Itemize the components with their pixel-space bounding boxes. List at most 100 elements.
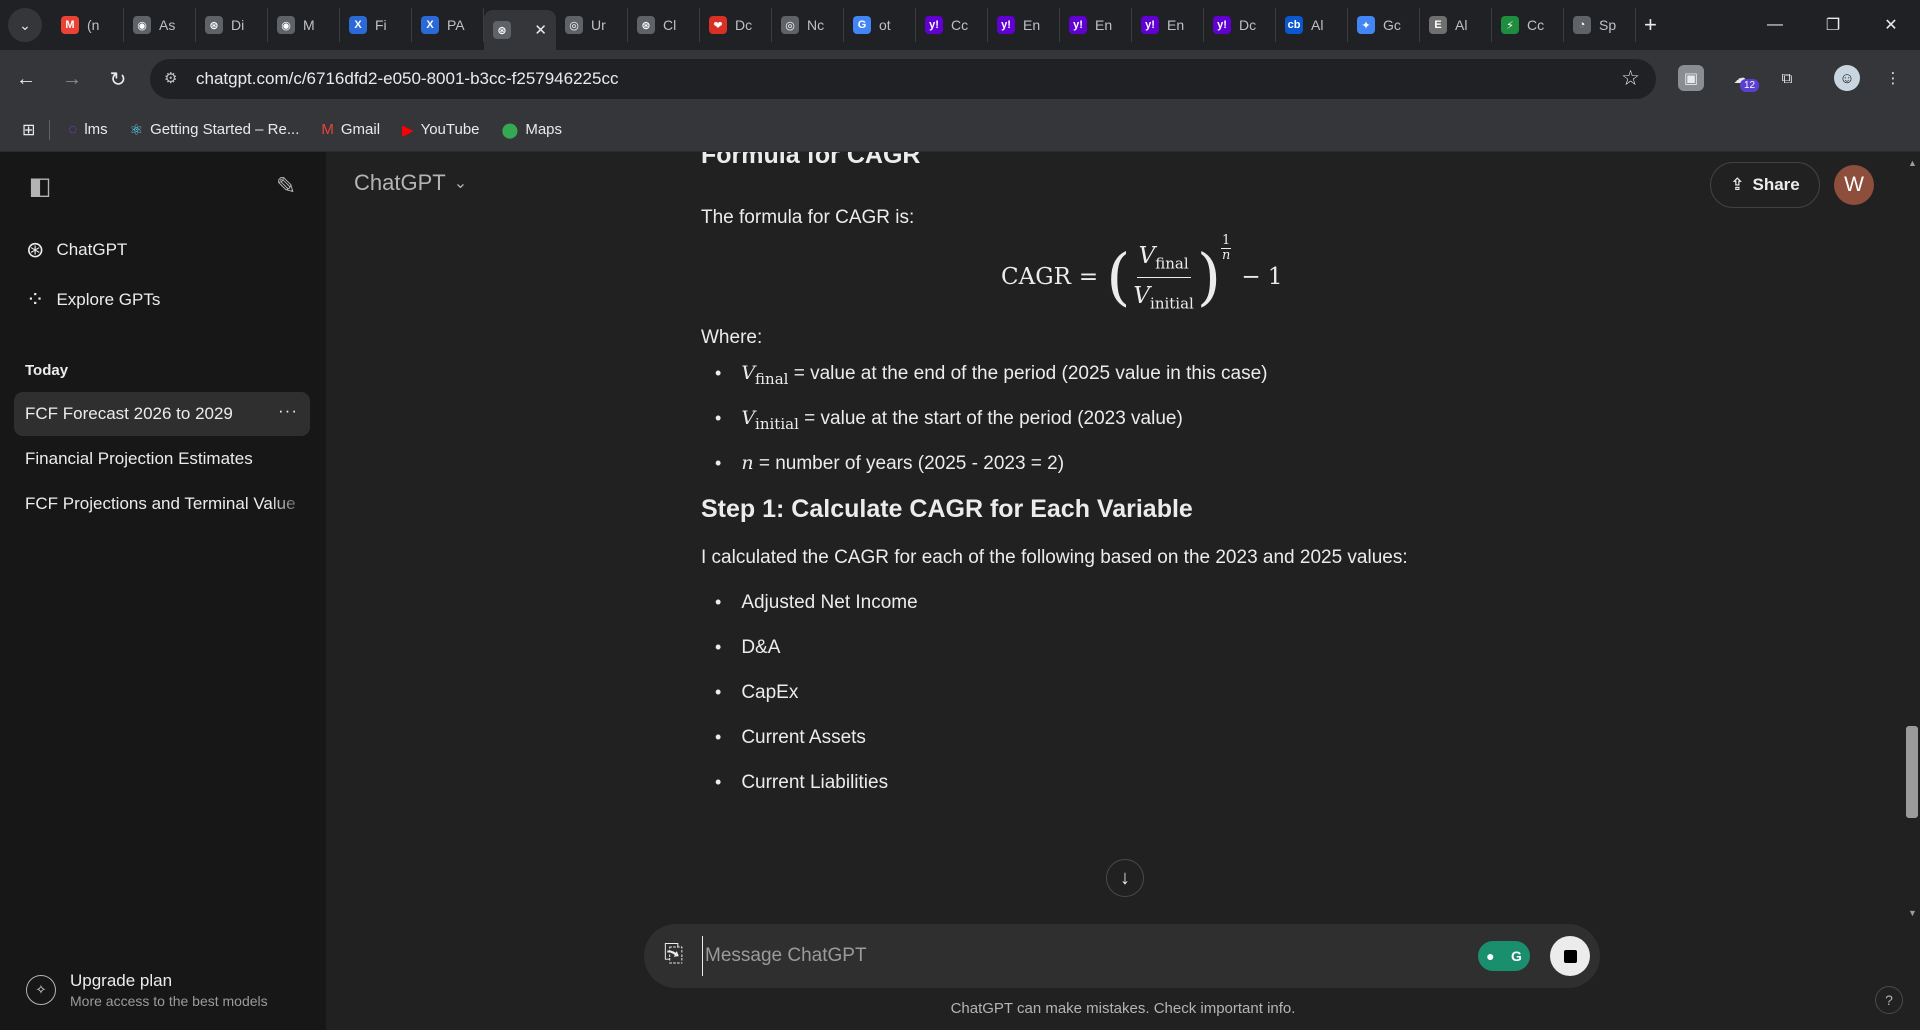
chat-options-icon[interactable]: ··· xyxy=(278,401,298,421)
step1-intro: I calculated the CAGR for each of the fo… xyxy=(701,547,1408,568)
browser-tab[interactable]: ⚡ Cc xyxy=(1492,8,1564,42)
browser-tab[interactable]: ◉ As xyxy=(124,8,196,42)
browser-tab[interactable]: X Fi xyxy=(340,8,412,42)
title-fade xyxy=(270,482,310,526)
bookmark-star-icon[interactable]: ☆ xyxy=(1621,66,1640,91)
assistant-message: Formula for CAGR The formula for CAGR is… xyxy=(701,152,1461,922)
chat-history-item[interactable]: FCF Forecast 2026 to 2029 ··· xyxy=(14,392,310,436)
forward-button[interactable]: → xyxy=(52,59,92,99)
stop-generating-button[interactable] xyxy=(1550,936,1590,976)
new-chat-icon[interactable]: ✎ xyxy=(270,170,302,202)
back-button[interactable]: ← xyxy=(6,59,46,99)
sidebar-item-label: Explore GPTs xyxy=(56,290,161,309)
address-url: chatgpt.com/c/6716dfd2-e050-8001-b3cc-f2… xyxy=(196,69,619,88)
scroll-up-arrow-icon[interactable]: ▲ xyxy=(1908,158,1917,168)
browser-tab[interactable]: ◔ Sp xyxy=(1564,8,1636,42)
bookmark-item[interactable]: ▶ YouTube xyxy=(402,121,480,139)
def-var: n xyxy=(741,452,754,474)
upgrade-plan-button[interactable]: ✧ Upgrade plan More access to the best m… xyxy=(14,960,310,1020)
browser-tab[interactable]: cb Al xyxy=(1276,8,1348,42)
extension-counter-icon[interactable]: ☁ 12 xyxy=(1728,65,1760,92)
history-section-today: Today xyxy=(25,362,69,379)
scroll-to-bottom-button[interactable]: ↓ xyxy=(1106,859,1144,897)
upgrade-title: Upgrade plan xyxy=(70,971,173,990)
tab-title: M xyxy=(303,17,315,33)
reload-icon: ↻ xyxy=(109,68,127,91)
chevron-down-icon: ⌄ xyxy=(19,16,31,33)
list-item: n = number of years (2025 - 2023 = 2) xyxy=(715,450,1064,478)
share-button[interactable]: ⇪ Share xyxy=(1710,162,1820,208)
denominator-sub: initial xyxy=(1150,294,1194,313)
bookmark-item[interactable]: ◌ lms xyxy=(68,121,107,138)
message-input[interactable] xyxy=(702,936,1442,976)
numerator-var: V xyxy=(1138,243,1156,269)
formula-fraction: Vfinal Vinitial xyxy=(1133,240,1193,314)
browser-tab[interactable]: ⊛ Di xyxy=(196,8,268,42)
close-tab-icon[interactable]: ✕ xyxy=(534,21,547,39)
paperclip-icon[interactable]: ⎘ xyxy=(664,940,683,968)
browser-menu-icon[interactable]: ⋮ xyxy=(1880,65,1906,91)
browser-tab[interactable]: ❤ Dc xyxy=(700,8,772,42)
model-selector[interactable]: ChatGPT ⌄ xyxy=(354,170,467,196)
browser-tab[interactable]: X PA xyxy=(412,8,484,42)
browser-tab[interactable]: Got xyxy=(844,8,916,42)
browser-tab[interactable]: ◉ M xyxy=(268,8,340,42)
browser-tab[interactable]: y! En xyxy=(988,8,1060,42)
bookmark-item[interactable]: M Gmail xyxy=(321,121,380,138)
browser-tab[interactable]: ⊛ ✕ xyxy=(484,10,556,50)
formula-intro: The formula for CAGR is: xyxy=(701,207,915,228)
chat-title: Financial Projection Estimates xyxy=(25,449,253,468)
new-tab-button[interactable]: + xyxy=(1644,12,1657,38)
tab-title: Nc xyxy=(807,17,825,33)
variable-name: Current Assets xyxy=(741,727,866,748)
close-window-button[interactable]: ✕ xyxy=(1862,0,1920,50)
grammarly-icon[interactable]: ● G xyxy=(1478,941,1530,971)
bookmark-item[interactable]: ⚛ Getting Started – Re... xyxy=(130,121,300,139)
browser-tab[interactable]: E Al xyxy=(1420,8,1492,42)
tab-title: En xyxy=(1167,17,1185,33)
profile-avatar[interactable]: ☺ xyxy=(1834,65,1860,91)
def-sub: final xyxy=(755,369,789,388)
open-paren: ( xyxy=(1106,240,1131,314)
browser-tab[interactable]: y! Dc xyxy=(1204,8,1276,42)
bookmark-label: Gmail xyxy=(340,121,381,138)
browser-tab[interactable]: ✦ Gc xyxy=(1348,8,1420,42)
extension-icon[interactable]: ▣ xyxy=(1678,65,1704,91)
browser-tab[interactable]: M (n xyxy=(52,8,124,42)
minimize-window-button[interactable]: — xyxy=(1746,0,1804,50)
browser-tab[interactable]: y! En xyxy=(1132,8,1204,42)
browser-tab[interactable]: ◎ Ur xyxy=(556,8,628,42)
sidebar-item-chatgpt[interactable]: ⊛ ChatGPT xyxy=(14,228,310,272)
main-panel: ChatGPT ⌄ ⇪ Share W Formula for CAGR The… xyxy=(326,152,1920,1030)
openai-logo-icon: ⊛ xyxy=(26,237,45,262)
sidebar-item-explore-gpts[interactable]: ⁘ Explore GPTs xyxy=(14,278,310,322)
tab-favicon-icon: ◉ xyxy=(133,16,151,34)
tab-title: (n xyxy=(87,17,100,33)
variable-name: Adjusted Net Income xyxy=(741,592,918,613)
restore-window-button[interactable]: ❐ xyxy=(1804,0,1862,50)
browser-tab[interactable]: ⊛ Cl xyxy=(628,8,700,42)
browser-tab[interactable]: y! En xyxy=(1060,8,1132,42)
numerator-sub: final xyxy=(1155,254,1189,273)
help-button[interactable]: ? xyxy=(1875,986,1903,1014)
scrollbar-thumb[interactable] xyxy=(1906,726,1918,818)
tab-title: Dc xyxy=(1239,17,1257,33)
site-info-icon[interactable]: ⚙ xyxy=(164,69,177,87)
reload-button[interactable]: ↻ xyxy=(98,59,138,99)
browser-tab[interactable]: y! Cc xyxy=(916,8,988,42)
apps-grid-icon[interactable]: ⊞ xyxy=(22,120,35,140)
address-bar[interactable]: ⚙ chatgpt.com/c/6716dfd2-e050-8001-b3cc-… xyxy=(150,59,1656,99)
tab-search-button[interactable]: ⌄ xyxy=(8,8,42,42)
user-avatar[interactable]: W xyxy=(1834,165,1874,205)
bookmark-item[interactable]: ⬤ Maps xyxy=(502,121,562,139)
scroll-down-arrow-icon[interactable]: ▼ xyxy=(1908,908,1917,918)
browser-tab[interactable]: ◎ Nc xyxy=(772,8,844,42)
scrollbar[interactable]: ▲ ▼ xyxy=(1903,152,1920,922)
chat-history-item[interactable]: Financial Projection Estimates xyxy=(14,437,310,481)
extensions-puzzle-icon[interactable]: ⧉ xyxy=(1774,65,1800,91)
tab-favicon-icon: ◉ xyxy=(277,16,295,34)
toggle-sidebar-icon[interactable]: ◧ xyxy=(24,170,56,202)
disclaimer-text: ChatGPT can make mistakes. Check importa… xyxy=(950,1000,1296,1017)
arrow-down-icon: ↓ xyxy=(1120,866,1130,889)
chat-history-item[interactable]: FCF Projections and Terminal Value xyxy=(14,482,310,526)
